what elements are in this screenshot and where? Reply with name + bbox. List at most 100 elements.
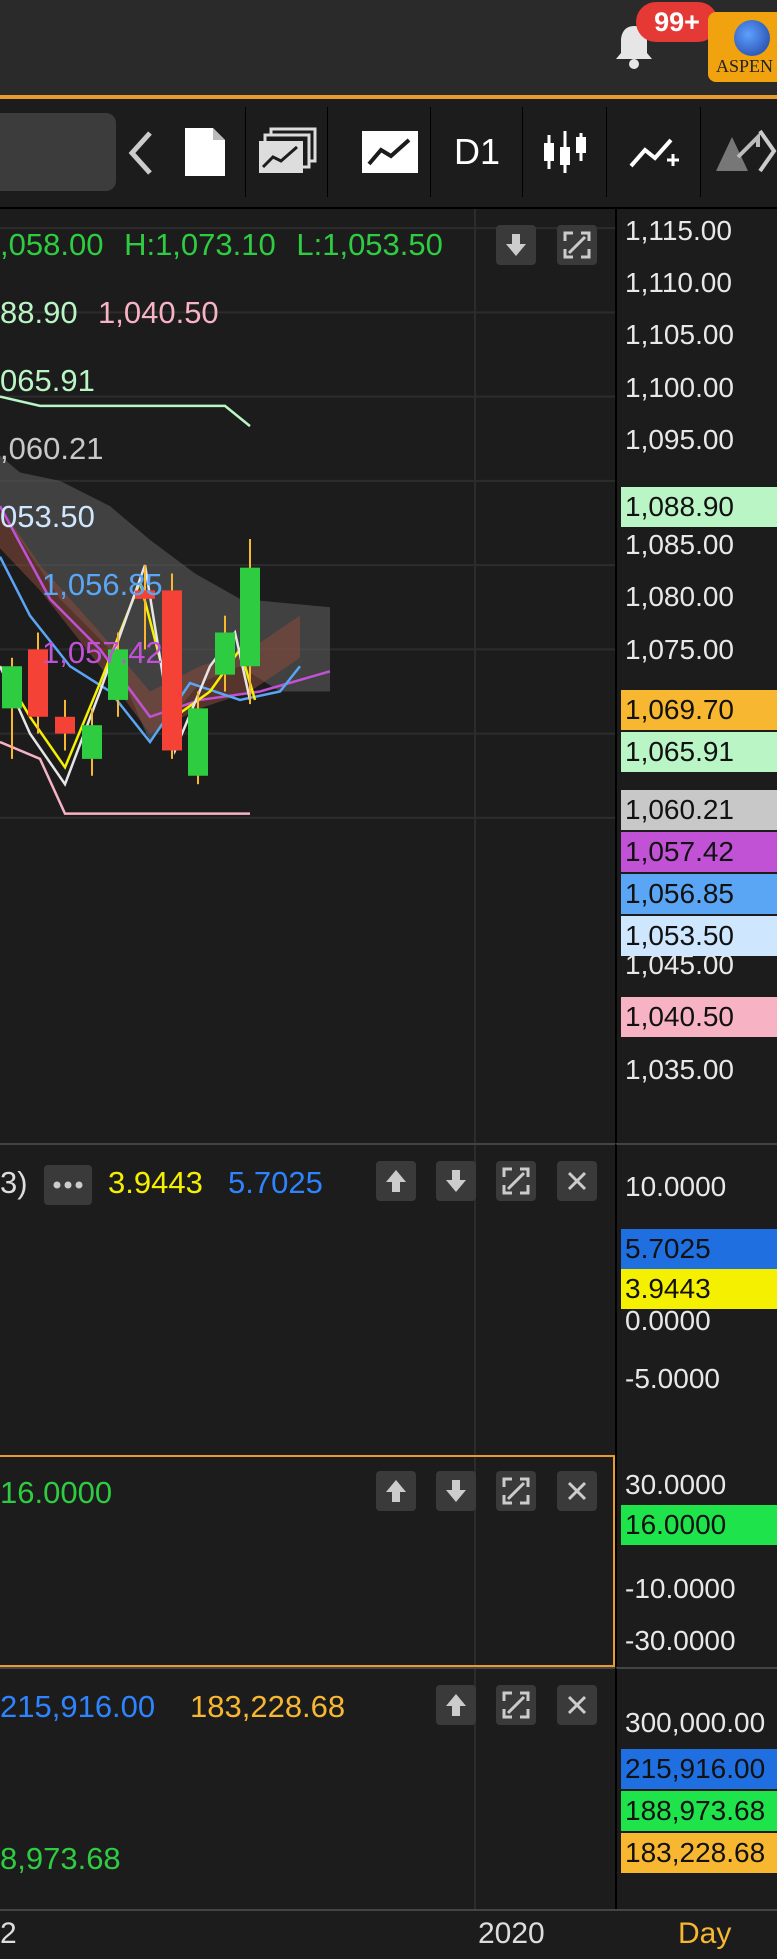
value-tag: 188,973.68 — [621, 1791, 777, 1831]
price-tag-current: 1,069.70 — [621, 690, 777, 730]
ohlc-high: H:1,073.10 — [124, 227, 276, 262]
timeframe-button[interactable]: D1 — [432, 107, 523, 197]
chart-toolbar: D1 — [0, 99, 777, 209]
move-panel-up-icon[interactable] — [376, 1161, 416, 1201]
period-label[interactable]: Day — [678, 1917, 731, 1951]
macd-histogram-value: 5.7025 — [228, 1165, 323, 1200]
notification-badge: 99+ — [636, 2, 718, 42]
y-tick: 1,080.00 — [625, 581, 734, 612]
price-tag: 1,053.50 — [621, 916, 777, 956]
candlestick — [240, 567, 260, 667]
indicators-button[interactable] — [524, 107, 607, 197]
move-panel-down-icon[interactable] — [436, 1471, 476, 1511]
maximize-panel-icon[interactable] — [496, 1471, 536, 1511]
macd-y-axis[interactable]: 10.0000 0.0000 -5.0000 5.7025 3.9443 — [615, 1143, 777, 1455]
y-tick: 1,035.00 — [625, 1054, 734, 1085]
volume-value-orange: 183,228.68 — [190, 1689, 346, 1724]
drawing-tools-button[interactable] — [608, 107, 701, 197]
price-y-axis[interactable]: 1,115.00 1,110.00 1,105.00 1,100.00 1,09… — [615, 209, 777, 1143]
candlestick — [188, 708, 208, 776]
value-tag: 215,916.00 — [621, 1749, 777, 1789]
brand-logo-text: ASPEN — [716, 56, 774, 76]
close-panel-icon[interactable] — [557, 1471, 597, 1511]
maximize-panel-icon[interactable] — [557, 225, 597, 265]
new-chart-button[interactable] — [165, 107, 246, 197]
close-panel-icon[interactable] — [557, 1685, 597, 1725]
document-icon — [185, 128, 225, 176]
price-tag: 1,060.21 — [621, 790, 777, 830]
move-panel-up-icon[interactable] — [376, 1471, 416, 1511]
candlestick — [82, 725, 102, 759]
main-price-chart[interactable]: ,058.00 H:1,073.10 L:1,053.50 88.90 1,04… — [0, 209, 615, 1143]
more-options-icon[interactable] — [44, 1165, 92, 1205]
move-panel-down-icon[interactable] — [436, 1161, 476, 1201]
volume-panel[interactable]: 215,916.00 183,228.68 8,973.68 — [0, 1667, 615, 1909]
price-tag: 1,057.42 — [621, 832, 777, 872]
brand-logo[interactable]: ASPEN — [708, 12, 777, 82]
oscillator-panel[interactable]: 16.0000 — [0, 1455, 615, 1667]
chart-type-button[interactable] — [350, 107, 431, 197]
y-tick: -10.0000 — [625, 1573, 736, 1604]
y-tick: 300,000.00 — [625, 1707, 766, 1738]
ohlc-readout: ,058.00 H:1,073.10 L:1,053.50 — [0, 227, 443, 263]
y-tick: 1,095.00 — [625, 424, 734, 455]
indicator-value-light-green: 065.91 — [0, 363, 95, 398]
volume-value-blue: 215,916.00 — [0, 1689, 156, 1724]
y-tick: 1,100.00 — [625, 372, 734, 403]
price-tag: 1,065.91 — [621, 732, 777, 772]
volume-ma-value: 8,973.68 — [0, 1841, 121, 1876]
close-panel-icon[interactable] — [557, 1161, 597, 1201]
x-tick: 2 — [0, 1917, 17, 1950]
price-tag: 1,040.50 — [621, 997, 777, 1037]
x-tick-year: 2020 — [478, 1917, 545, 1950]
oscillator-y-axis[interactable]: 30.0000 -10.0000 -30.0000 16.0000 — [615, 1455, 777, 1667]
collapse-panel-down-icon[interactable] — [496, 225, 536, 265]
top-bar: 99+ ASPEN — [0, 0, 777, 99]
value-tag: 3.9443 — [621, 1269, 777, 1309]
price-tag: 1,056.85 — [621, 874, 777, 914]
maximize-panel-icon[interactable] — [496, 1161, 536, 1201]
candlestick — [215, 632, 235, 675]
trendline-add-icon — [629, 138, 679, 168]
y-tick: 1,085.00 — [625, 529, 734, 560]
move-panel-up-icon[interactable] — [436, 1685, 476, 1725]
indicator-value-gray: ,060.21 — [0, 431, 104, 466]
ma-purple-value: 1,057.42 — [42, 635, 163, 670]
y-tick: 0.0000 — [625, 1305, 711, 1336]
indicator-value-pink: 1,040.50 — [98, 295, 219, 330]
indicator-value-green: 88.90 — [0, 295, 78, 330]
stacked-charts-icon — [259, 127, 317, 173]
cursor-arrow-icon — [716, 129, 777, 173]
macd-panel[interactable]: 3) 3.9443 5.7025 — [0, 1143, 615, 1455]
indicator-value-light-blue: 053.50 — [0, 499, 95, 534]
y-tick: 1,105.00 — [625, 319, 734, 350]
y-tick: 1,115.00 — [625, 215, 732, 246]
ma-line-pink — [0, 740, 250, 815]
symbol-search-field[interactable] — [0, 113, 116, 191]
price-chart-canvas[interactable] — [0, 209, 615, 1143]
macd-signal-value: 3.9443 — [108, 1165, 203, 1200]
value-tag: 183,228.68 — [621, 1833, 777, 1873]
candlestick — [2, 666, 22, 709]
y-tick: 1,110.00 — [625, 267, 732, 298]
macd-label: 3) — [0, 1165, 28, 1200]
ma-line-green — [0, 395, 251, 428]
oscillator-value: 16.0000 — [0, 1475, 113, 1510]
ohlc-low: L:1,053.50 — [296, 227, 443, 262]
maximize-panel-icon[interactable] — [496, 1685, 536, 1725]
scroll-left-chevron-icon[interactable] — [124, 129, 158, 177]
globe-icon — [734, 20, 770, 56]
candlestick-icon — [544, 131, 586, 173]
value-tag: 16.0000 — [621, 1505, 777, 1545]
ma-blue-value: 1,056.85 — [42, 567, 163, 602]
y-tick: -5.0000 — [625, 1363, 720, 1394]
candlestick — [162, 590, 182, 751]
time-x-axis[interactable]: 2 2020 Day — [0, 1909, 777, 1959]
volume-y-axis[interactable]: 300,000.00 215,916.00 188,973.68 183,228… — [615, 1667, 777, 1909]
templates-button[interactable] — [247, 107, 328, 197]
y-tick: 30.0000 — [625, 1469, 727, 1500]
line-chart-icon — [362, 131, 418, 173]
more-tools-button[interactable] — [702, 107, 777, 197]
y-tick: 1,075.00 — [625, 634, 734, 665]
y-tick: -30.0000 — [625, 1625, 736, 1656]
